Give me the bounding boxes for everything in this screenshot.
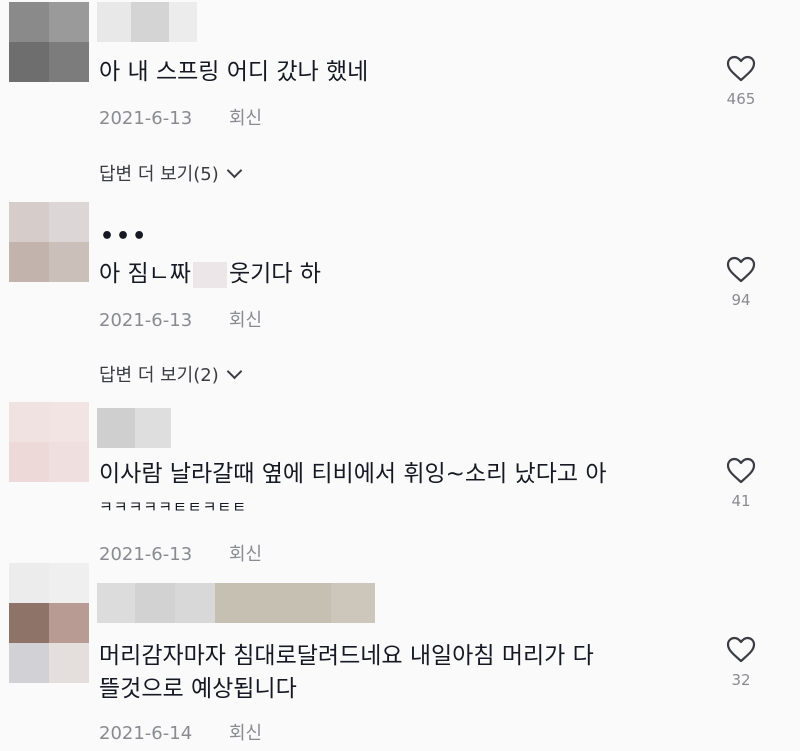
comment-text: 아 짐ㄴ짜 웃기다 하 xyxy=(99,258,321,291)
view-more-replies-label: 답변 더 보기(5) xyxy=(99,164,219,185)
avatar-tile xyxy=(49,202,89,242)
like-button[interactable]: 32 xyxy=(722,635,760,689)
username-blur xyxy=(131,2,169,42)
comment-text: 이사람 날라갈때 옆에 티비에서 휘잉~소리 났다고 아 ㅋㅋㅋㅋㅋㅌㅌㅋㅌㅌ xyxy=(99,458,607,524)
comment-date: 2021-6-14 xyxy=(99,723,193,744)
view-more-replies-button[interactable]: 답변 더 보기(5) xyxy=(99,160,243,186)
username[interactable] xyxy=(97,583,375,623)
view-more-replies-button[interactable]: 답변 더 보기(2) xyxy=(99,361,243,387)
like-count: 32 xyxy=(731,671,751,689)
avatar-tile xyxy=(9,242,49,282)
comment-item: 머리감자마자 침대로달려드네요 내일아침 머리가 다 뜰것으로 예상됩니다 20… xyxy=(0,563,800,751)
avatar-tile xyxy=(9,603,49,643)
comment-text-start: 아 짐ㄴ짜 xyxy=(99,261,191,287)
like-button[interactable]: 94 xyxy=(722,255,760,309)
heart-icon xyxy=(726,256,756,283)
avatar[interactable] xyxy=(9,563,89,683)
heart-icon xyxy=(726,636,756,663)
reply-button[interactable]: 회신 xyxy=(229,544,262,565)
comment-text-line: ㅋㅋㅋㅋㅋㅌㅌㅋㅌㅌ xyxy=(99,498,248,516)
comment-meta: 2021-6-13 회신 xyxy=(99,306,262,332)
avatar-tile xyxy=(49,242,89,282)
like-count: 41 xyxy=(731,492,751,510)
avatar-tile xyxy=(49,603,89,643)
like-button[interactable]: 465 xyxy=(722,54,760,108)
avatar-tile xyxy=(49,2,89,42)
comment-date: 2021-6-13 xyxy=(99,544,193,565)
username-blur xyxy=(135,408,171,448)
comment-text: 아 내 스프링 어디 갔나 했네 xyxy=(99,59,369,85)
username[interactable] xyxy=(97,2,197,42)
avatar-tile xyxy=(9,442,49,482)
heart-icon xyxy=(726,457,756,484)
like-count: 94 xyxy=(731,291,751,309)
comment-text-end: 웃기다 하 xyxy=(228,261,321,287)
avatar-tile xyxy=(9,42,49,82)
heart-icon xyxy=(726,55,756,82)
avatar-tile xyxy=(49,442,89,482)
username[interactable]: ••• xyxy=(100,224,148,249)
comment-date: 2021-6-13 xyxy=(99,108,193,129)
avatar[interactable] xyxy=(9,202,89,282)
username-blur xyxy=(331,583,375,623)
comment-meta: 2021-6-14 회신 xyxy=(99,719,262,745)
avatar-tile xyxy=(49,42,89,82)
username[interactable] xyxy=(97,408,171,448)
comment-meta: 2021-6-13 회신 xyxy=(99,104,262,130)
username-blur xyxy=(215,583,331,623)
username-blur xyxy=(169,2,197,42)
comment-text: 머리감자마자 침대로달려드네요 내일아침 머리가 다 뜰것으로 예상됩니다 xyxy=(99,640,594,706)
reply-button[interactable]: 회신 xyxy=(229,108,262,129)
username-blur xyxy=(97,408,135,448)
avatar-tile xyxy=(49,402,89,442)
like-button[interactable]: 41 xyxy=(722,456,760,510)
reply-button[interactable]: 회신 xyxy=(229,310,262,331)
avatar-tile xyxy=(9,402,49,442)
like-count: 465 xyxy=(726,90,756,108)
avatar-tile xyxy=(9,643,49,683)
avatar-tile xyxy=(49,643,89,683)
reply-button[interactable]: 회신 xyxy=(229,723,262,744)
comment-item: 이사람 날라갈때 옆에 티비에서 휘잉~소리 났다고 아 ㅋㅋㅋㅋㅋㅌㅌㅋㅌㅌ … xyxy=(0,400,800,565)
chevron-down-icon xyxy=(226,162,243,179)
comment-item: ••• 아 짐ㄴ짜 웃기다 하 2021-6-13 회신 답변 더 보기(2) 94 xyxy=(0,198,800,398)
view-more-replies-label: 답변 더 보기(2) xyxy=(99,365,219,386)
avatar-tile xyxy=(9,563,49,603)
username-blur xyxy=(97,2,131,42)
avatar-tile xyxy=(9,202,49,242)
comment-item: 아 내 스프링 어디 갔나 했네 2021-6-13 회신 답변 더 보기(5) … xyxy=(0,0,800,200)
username-blur xyxy=(97,583,135,623)
avatar-tile xyxy=(49,563,89,603)
avatar[interactable] xyxy=(9,2,89,82)
avatar[interactable] xyxy=(9,402,89,482)
comment-text-line: 뜰것으로 예상됩니다 xyxy=(99,676,297,702)
username-blur xyxy=(175,583,215,623)
chevron-down-icon xyxy=(226,363,243,380)
redacted-text xyxy=(192,261,227,288)
username-blur xyxy=(135,583,175,623)
comment-date: 2021-6-13 xyxy=(99,310,193,331)
comment-text-line: 이사람 날라갈때 옆에 티비에서 휘잉~소리 났다고 아 xyxy=(99,461,607,487)
comment-text-line: 머리감자마자 침대로달려드네요 내일아침 머리가 다 xyxy=(99,643,594,669)
avatar-tile xyxy=(9,2,49,42)
